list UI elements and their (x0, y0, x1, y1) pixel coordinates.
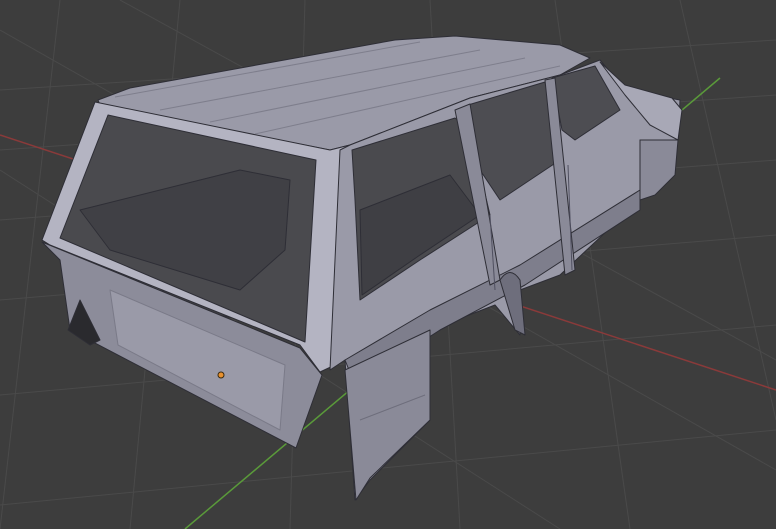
front-wheel-arch (639, 139, 679, 201)
vehicle-body-mesh[interactable] (41, 35, 683, 501)
object-origin-point[interactable] (217, 371, 225, 379)
3d-viewport[interactable] (0, 0, 776, 529)
viewport-canvas[interactable] (0, 0, 776, 529)
